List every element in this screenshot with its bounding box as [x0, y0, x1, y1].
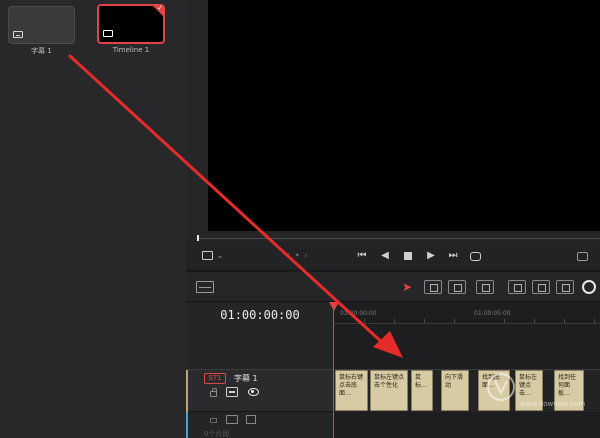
ruler-tick — [424, 319, 425, 323]
lock-icon[interactable] — [210, 418, 217, 423]
selection-pointer-icon[interactable]: ➤ — [402, 280, 414, 294]
track-clip-count: 0个片段 — [204, 430, 230, 438]
viewer-screen[interactable] — [208, 0, 600, 231]
play-icon[interactable]: ▶ — [425, 249, 437, 263]
timeline-clip-icon — [103, 30, 113, 37]
track-color-accent — [186, 370, 188, 413]
track-toggle-icon[interactable] — [246, 415, 256, 424]
check-icon: ✓ — [157, 4, 163, 12]
skip-to-end-icon[interactable]: ⏭ — [445, 249, 461, 263]
eye-icon[interactable] — [248, 388, 259, 396]
second-track-header[interactable]: 0个片段 — [186, 412, 334, 438]
chevron-down-icon[interactable]: ⌄ — [216, 249, 224, 263]
transport-controls: ⌄ • • › ⏮ ◀ ▶ ⏭ — [186, 241, 600, 271]
reverse-play-icon[interactable]: ◀ — [379, 249, 391, 263]
overwrite-clip-icon[interactable] — [532, 280, 550, 294]
track-name[interactable]: 字幕 1 — [234, 373, 258, 384]
subtitle-track-header[interactable]: ST1 字幕 1 — [186, 369, 334, 413]
caption-icon[interactable] — [226, 387, 238, 397]
watermark-logo-icon — [487, 373, 515, 401]
subtitle-clip-icon — [13, 31, 23, 38]
loop-icon[interactable] — [468, 249, 482, 263]
media-pool-panel: 字幕 1 ✓ Timeline 1 — [0, 0, 186, 438]
timeline-clip-thumbnail[interactable]: ✓ — [97, 4, 165, 44]
ruler-tick — [594, 319, 595, 323]
dynamic-trim-icon[interactable] — [448, 280, 466, 294]
viewer-panel — [186, 0, 600, 240]
watermark-text: www.downxia.com — [520, 400, 586, 408]
ruler-tick — [454, 319, 455, 323]
snapping-icon[interactable] — [582, 280, 596, 294]
ruler-tick — [504, 319, 505, 323]
fullscreen-icon[interactable] — [576, 249, 590, 263]
timeline-timecode[interactable]: 01:00:00:00 — [186, 308, 334, 322]
jog-indicator[interactable]: • • › — [282, 249, 312, 263]
site-watermark: www.downxia.com — [484, 366, 596, 418]
timeline-toolbar: ➤ — [186, 272, 600, 302]
ruler-tick — [564, 319, 565, 323]
timeline-view-options-icon[interactable] — [196, 281, 214, 293]
track-id-badge[interactable]: ST1 — [204, 373, 226, 384]
ruler-tick — [364, 319, 365, 323]
timeline-ruler[interactable]: 01:00:00:00 01:00:05:00 — [334, 308, 600, 324]
blade-icon[interactable] — [476, 280, 494, 294]
playhead-handle[interactable] — [329, 302, 339, 311]
skip-to-start-icon[interactable]: ⏮ — [354, 249, 370, 263]
subtitle-clip-thumbnail[interactable] — [8, 6, 75, 44]
scrubber-track — [199, 238, 600, 239]
ruler-tick — [534, 319, 535, 323]
ruler-timecode: 01:00:00:00 — [340, 310, 377, 317]
subtitle-clip-label: 字幕 1 — [31, 47, 52, 55]
replace-clip-icon[interactable] — [556, 280, 574, 294]
subtitle-clip[interactable]: 向下滑动 — [441, 370, 469, 411]
caption-icon[interactable] — [226, 415, 238, 424]
timeline-header-panel: 01:00:00:00 ST1 字幕 1 0个片段 — [186, 302, 334, 438]
stop-icon[interactable] — [402, 249, 414, 263]
subtitle-clip[interactable]: 鼠标左键点击个性化 — [370, 370, 408, 411]
timeline-clip-label: Timeline 1 — [112, 46, 150, 54]
ruler-timecode: 01:00:05:00 — [474, 310, 511, 317]
ruler-tick — [394, 319, 395, 323]
lock-icon[interactable] — [210, 388, 217, 397]
insert-clip-icon[interactable] — [508, 280, 526, 294]
subtitle-clip[interactable]: 鼠标… — [411, 370, 433, 411]
trim-edit-icon[interactable] — [424, 280, 442, 294]
track-color-accent — [186, 412, 188, 438]
viewer-mode-icon[interactable] — [200, 249, 214, 263]
subtitle-clip[interactable]: 鼠标右键点击底面… — [335, 370, 368, 411]
playhead-line[interactable] — [333, 310, 334, 438]
